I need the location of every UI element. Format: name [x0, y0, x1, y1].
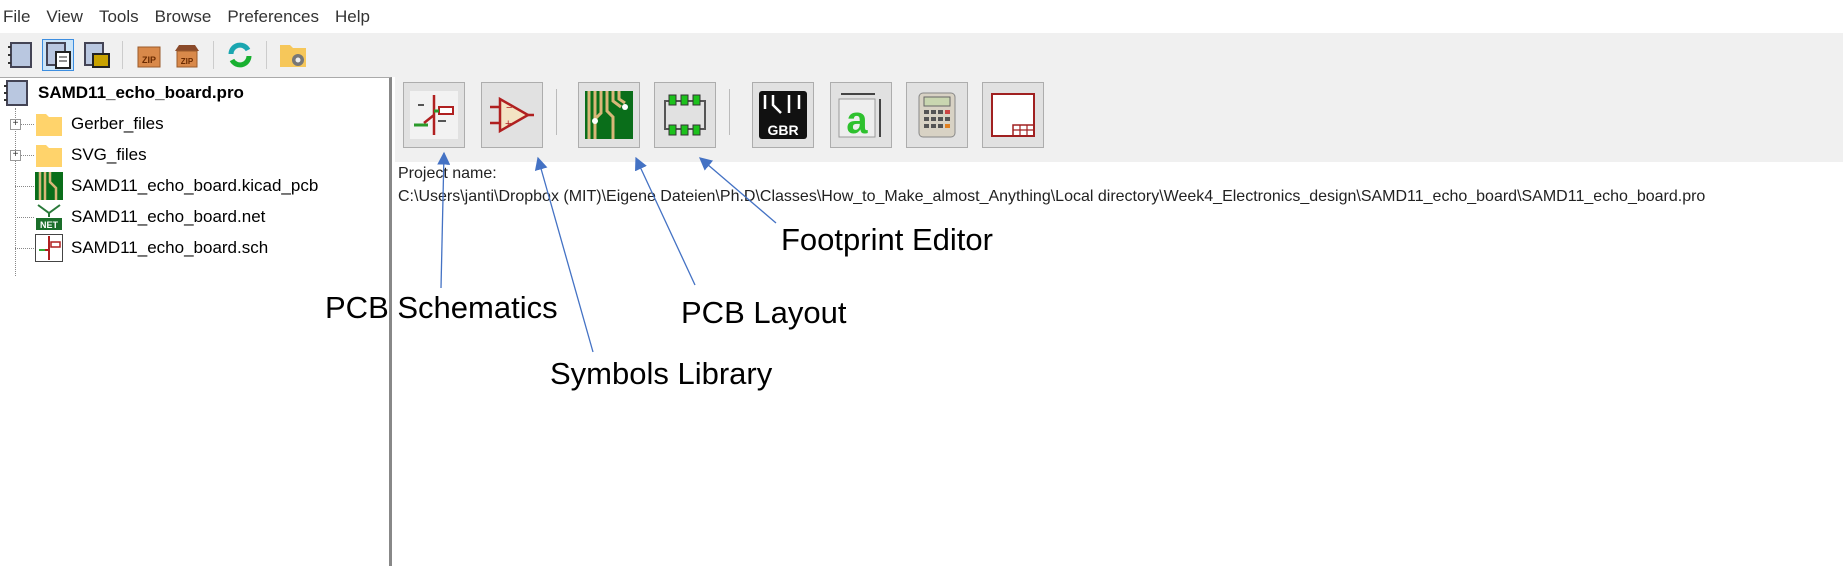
annotation-pcb-layout: PCB Layout: [681, 295, 847, 330]
arrow-schematics: [437, 151, 451, 289]
annotation-symbols-library: Symbols Library: [550, 356, 773, 391]
annotation-footprint-editor: Footprint Editor: [781, 222, 993, 257]
arrow-layout: [635, 156, 696, 286]
arrow-footprint: [699, 157, 777, 224]
annotation-arrows: [437, 151, 777, 353]
annotation-pcb-schematics: PCB Schematics: [325, 290, 558, 325]
